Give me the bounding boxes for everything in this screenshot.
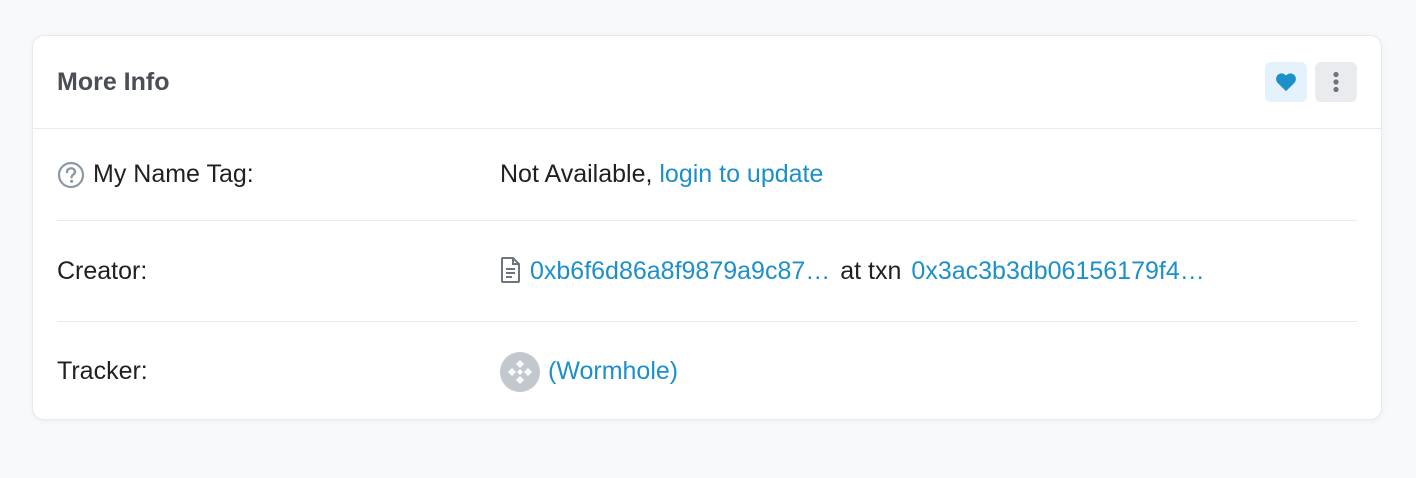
- heart-icon: [1276, 73, 1296, 92]
- name-tag-status: Not Available,: [500, 160, 653, 188]
- header-actions: [1265, 62, 1357, 102]
- tracker-label: Tracker:: [57, 357, 148, 385]
- name-tag-label-group: My Name Tag:: [57, 160, 500, 189]
- more-info-card: More Info My Name Tag: Not Available, lo…: [32, 35, 1382, 420]
- tracker-value: (Wormhole): [500, 351, 678, 392]
- at-txn-text: at txn: [840, 256, 902, 285]
- more-options-button[interactable]: [1315, 62, 1357, 102]
- creator-row: Creator: 0xb6f6d86a8f9879a9c87… at txn 0…: [57, 221, 1357, 322]
- login-to-update-link[interactable]: login to update: [659, 160, 823, 189]
- creator-label: Creator:: [57, 256, 148, 285]
- name-tag-row: My Name Tag: Not Available, login to upd…: [57, 129, 1357, 221]
- tracker-token-link[interactable]: (Wormhole): [548, 357, 678, 386]
- name-tag-label: My Name Tag:: [93, 160, 254, 188]
- card-header: More Info: [33, 36, 1381, 129]
- favorite-button[interactable]: [1265, 62, 1307, 102]
- token-logo-icon: [500, 351, 540, 392]
- name-tag-value: Not Available, login to update: [500, 160, 823, 189]
- tracker-row: Tracker: (Wormhole): [57, 322, 1357, 421]
- creator-value: 0xb6f6d86a8f9879a9c87… at txn 0x3ac3b3db…: [500, 257, 1205, 286]
- file-icon: [500, 256, 522, 284]
- creation-txn-link[interactable]: 0x3ac3b3db06156179f4…: [911, 257, 1204, 286]
- card-title: More Info: [57, 67, 170, 96]
- creator-address-link[interactable]: 0xb6f6d86a8f9879a9c87…: [530, 257, 830, 286]
- vertical-dots-icon: [1333, 71, 1339, 93]
- card-body: My Name Tag: Not Available, login to upd…: [33, 129, 1381, 421]
- question-circle-icon[interactable]: [57, 161, 85, 189]
